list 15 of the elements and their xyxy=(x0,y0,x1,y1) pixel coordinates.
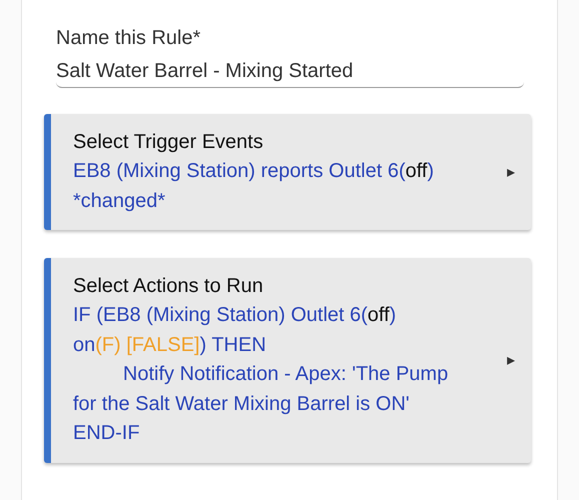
description-line: END-IF xyxy=(73,421,140,446)
description-line: *changed* xyxy=(73,188,166,214)
expand-arrow-icon: ▸ xyxy=(507,350,515,370)
description-line: for the Salt Water Mixing Barrel is ON' xyxy=(73,392,410,416)
description-line: IF (EB8 (Mixing Station) Outlet 6(off) xyxy=(73,303,396,328)
description-line: EB8 (Mixing Station) reports Outlet 6(off) xyxy=(73,159,434,184)
description-line: on(F) [FALSE]) THEN xyxy=(73,332,266,358)
rule-section-panel[interactable]: Select Actions to Run IF (EB8 (Mixing Station) Outlet 6(off) on(F) [FALSE]) THEN Notify Notification - Apex: 'The Pump for the Salt Water Mixing Barrel is ON' END-IF ▸ xyxy=(44,258,531,462)
section-title: Select Trigger Events xyxy=(73,130,264,155)
description-line: Notify Notification - Apex: 'The Pump xyxy=(122,362,448,387)
section-title: Select Actions to Run xyxy=(73,274,264,299)
field-label: Name this Rule* xyxy=(56,26,202,51)
rule-section-panel[interactable]: Select Trigger Events EB8 (Mixing Station) reports Outlet 6(off) *changed* ▸ xyxy=(44,114,531,230)
rule-name-field[interactable]: Salt Water Barrel - Mixing Started xyxy=(56,60,524,88)
expand-arrow-icon: ▸ xyxy=(507,162,515,182)
